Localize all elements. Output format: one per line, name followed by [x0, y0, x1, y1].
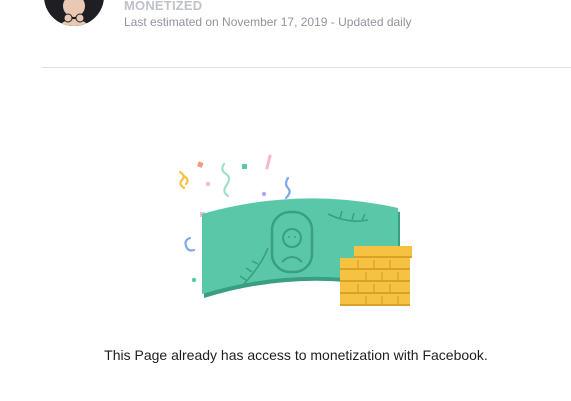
- monetization-status-page: MONETIZED Last estimated on November 17,…: [0, 0, 571, 401]
- monetization-message: This Page already has access to monetiza…: [104, 347, 488, 363]
- status-title: MONETIZED: [124, 0, 203, 13]
- page-avatar[interactable]: [44, 0, 104, 26]
- monetization-illustration: [160, 150, 430, 315]
- last-estimated-text: Last estimated on November 17, 2019 - Up…: [124, 15, 412, 29]
- avatar-image: [44, 0, 104, 26]
- divider: [42, 67, 571, 68]
